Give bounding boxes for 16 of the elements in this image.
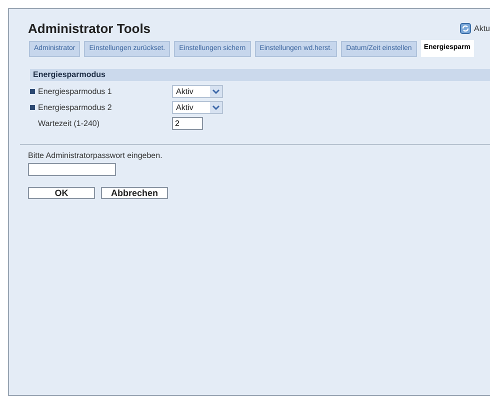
password-label: Bitte Administratorpasswort eingeben.: [28, 150, 164, 162]
section-header: Energiesparmodus: [30, 69, 490, 81]
action-button[interactable]: Abbrechen: [101, 187, 168, 199]
password-field[interactable]: [28, 163, 116, 176]
chevron-down-icon: [210, 86, 222, 97]
field-label: Energiesparmodus 2: [38, 102, 112, 114]
dropdown[interactable]: Aktiv: [172, 101, 223, 114]
refresh-button[interactable]: Aktu: [460, 22, 490, 34]
field-label: Wartezeit (1-240): [38, 118, 100, 130]
page-title: Administrator Tools: [28, 20, 151, 38]
input-field[interactable]: 2: [172, 117, 203, 130]
dropdown[interactable]: Aktiv: [172, 85, 223, 98]
field-label: Energiesparmodus 1: [38, 86, 112, 98]
chevron-down-icon: [210, 102, 222, 113]
action-button[interactable]: OK: [28, 187, 95, 199]
refresh-icon: [460, 23, 471, 34]
